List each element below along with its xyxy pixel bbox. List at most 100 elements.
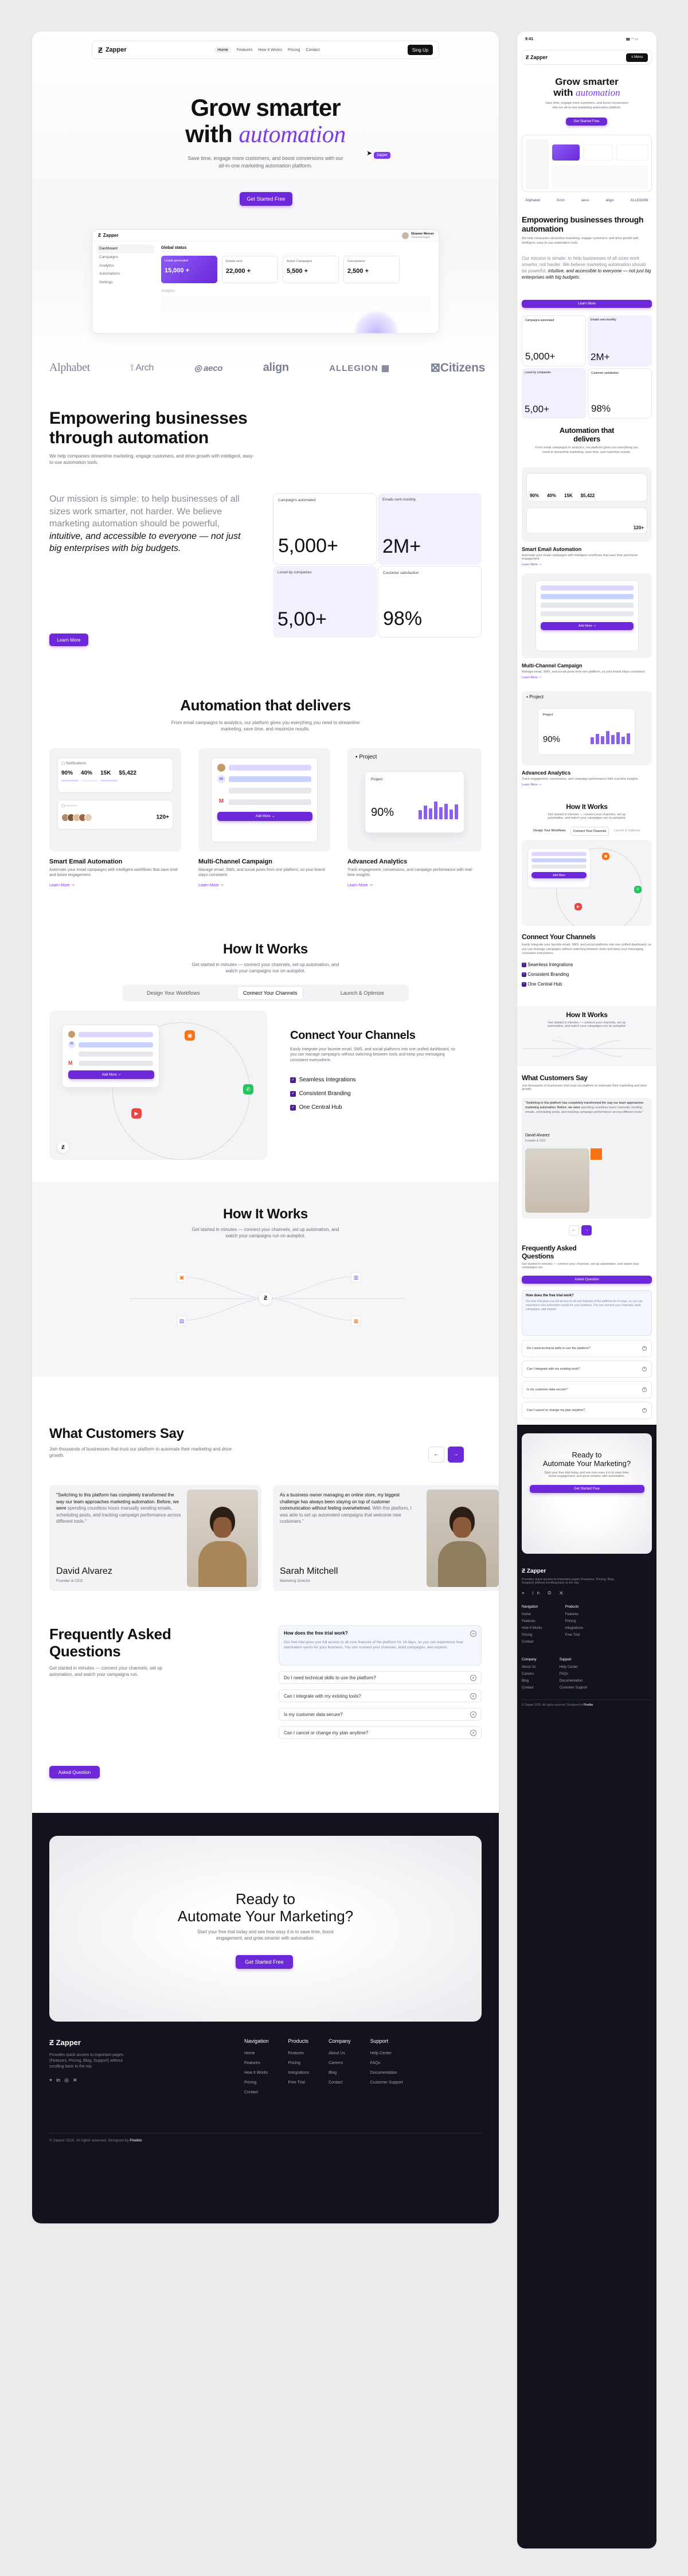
footer-link[interactable]: Features (288, 2049, 310, 2058)
tab-design-workflows[interactable]: Design Your Workflows (531, 827, 568, 836)
footer-link[interactable]: About Us (329, 2049, 351, 2058)
faq-item[interactable]: Can I integrate with my existing tools? + (522, 1361, 652, 1378)
footer-link[interactable]: How It Works (244, 2068, 269, 2078)
dashboard-menu-item[interactable]: Analytics (97, 262, 154, 271)
instagram-icon[interactable]: ◎ (64, 2077, 69, 2084)
footer-link[interactable]: Careers (329, 2058, 351, 2068)
mobile-logo[interactable]: Ƶ Zapper (526, 54, 548, 60)
add-more-button[interactable]: Add More ➝ (541, 622, 634, 630)
signup-button[interactable]: Sing Up (407, 45, 433, 55)
footer-link[interactable]: Customer Support (370, 2078, 403, 2088)
faq-item[interactable]: Is my customer data secure? + (279, 1708, 482, 1721)
messenger-icon: ✉ (68, 1041, 75, 1048)
dashboard-menu-item[interactable]: Dashboard (97, 245, 154, 253)
footer-tagline: Provides quick access to important pages… (49, 2053, 124, 2069)
tab-design-workflows[interactable]: Design Your Workflows (141, 987, 205, 999)
tab-connect-channels[interactable]: Connect Your Channels (236, 986, 304, 1000)
prev-arrow-button[interactable]: ← (428, 1447, 444, 1463)
feature-link[interactable]: Learn More ➝ (198, 883, 330, 888)
dashboard-menu-item[interactable]: Campaigns (97, 253, 154, 262)
mobile-workflow-diagram (523, 1040, 651, 1057)
project-tag: ▪ Project (355, 754, 377, 760)
mobile-cta-button[interactable]: Get Started Free (529, 1485, 644, 1493)
mobile-learn-more[interactable]: Learn More (522, 300, 652, 308)
feature-link[interactable]: Learn More ➝ (49, 883, 181, 888)
footer-link[interactable]: Contact (244, 2088, 269, 2097)
mobile-faq-open[interactable]: How does the free trial work? Our free t… (522, 1290, 652, 1336)
feature-link[interactable]: Learn More ➝ (522, 676, 652, 679)
mobile-hero-cta[interactable]: Get Started Free (566, 118, 607, 126)
faq-item[interactable]: Is my customer data secure? + (522, 1381, 652, 1398)
nav-pricing[interactable]: Pricing (288, 47, 300, 53)
mobile-connect-panel: Connect Your Channels Easily integrate y… (522, 933, 652, 987)
footer-link[interactable]: Home (244, 2049, 269, 2058)
nav-logo[interactable]: Ƶ Zapper (98, 46, 127, 54)
hero-cta-button[interactable]: Get Started Free (240, 192, 292, 206)
nav-contact[interactable]: Contact (306, 47, 319, 53)
add-more-button[interactable]: Add More (531, 872, 587, 878)
mobile-testimonial-card: "Switching to this platform has complete… (522, 1098, 652, 1218)
x-icon[interactable]: ✕ (73, 2077, 77, 2084)
analytics-bar (611, 735, 615, 744)
testimonial-photo (187, 1490, 258, 1587)
gmail-icon: M (68, 1060, 73, 1066)
mission-learn-more-button[interactable]: Learn More (49, 634, 88, 646)
status-icons: ▮▮ ◠ ▭ (626, 38, 638, 41)
cta-get-started-button[interactable]: Get Started Free (236, 1955, 293, 1969)
feature-link[interactable]: Learn More ➝ (522, 783, 652, 787)
footer-link[interactable]: Pricing (288, 2058, 310, 2068)
nav-home[interactable]: Home (214, 46, 231, 53)
footer-link[interactable]: Contact (329, 2078, 351, 2088)
footer-link[interactable]: Features (244, 2058, 269, 2068)
footer-link[interactable]: Help Center (370, 2049, 403, 2058)
faq-item[interactable]: Can I cancel or change my plan anytime? + (279, 1726, 482, 1739)
mobile-feature-multichannel-widget: Add More ➝ (522, 573, 652, 658)
add-more-button[interactable]: Add More ➝ (217, 812, 312, 821)
calendar-icon: ▥ (351, 1272, 361, 1283)
dashboard-user-email: eleanor@zapper (411, 236, 431, 239)
cta-content: Ready to Automate Your Marketing? Start … (49, 1890, 482, 1942)
location-icon[interactable]: ⌖ (49, 2077, 52, 2084)
dashboard-preview: Ƶ Zapper Eleanor Mercer eleanor@zapper Das… (92, 229, 439, 334)
faq-item[interactable]: Do I need technical skills to use the pl… (522, 1340, 652, 1357)
check-icon: ✓ (290, 1104, 296, 1111)
nav-how-it-works[interactable]: How It Works (258, 47, 282, 53)
footer-link[interactable]: Integrations (288, 2068, 310, 2078)
hero: Grow smarter with automation Save time, … (32, 95, 499, 170)
footer-brand: Ƶ Zapper Provides quick access to import… (49, 2038, 187, 2084)
analytics-bar-chart (419, 800, 458, 819)
faq-item-open[interactable]: How does the free trial work? − Our free … (279, 1625, 482, 1666)
whatsapp-icon: ✆ (634, 886, 642, 893)
footer-link[interactable]: Free Trial (288, 2078, 310, 2088)
feature-desc: Automate your email campaigns with intel… (49, 868, 178, 878)
feature-link[interactable]: Learn More ➝ (522, 563, 652, 566)
faq-item[interactable]: Can I cancel or change my plan anytime? + (522, 1402, 652, 1419)
linkedin-icon[interactable]: in (56, 2077, 60, 2084)
mobile-next-arrow[interactable]: → (581, 1225, 592, 1236)
mobile-asked-question[interactable]: Asked Question (522, 1276, 652, 1284)
dashboard-menu-item[interactable]: Automations (97, 270, 154, 279)
feature-link[interactable]: Learn More ➝ (347, 883, 479, 888)
dashboard-stat-card: Conversions 2,500 + (343, 256, 400, 283)
add-more-button[interactable]: Add More ➝ (68, 1070, 154, 1079)
footer-link[interactable]: Documentation (370, 2068, 403, 2078)
faq-item[interactable]: Do I need technical skills to use the pl… (279, 1671, 482, 1684)
footer-link[interactable]: FAQs (370, 2058, 403, 2068)
footer-link[interactable]: Blog (329, 2068, 351, 2078)
footer-link[interactable]: Pricing (244, 2078, 269, 2088)
social-icons: ⌖ in ◎ ✕ (49, 2077, 187, 2084)
dashboard-menu-item[interactable]: Settings (97, 279, 154, 287)
faq-item[interactable]: Can I integrate with my existing tools? + (279, 1690, 482, 1702)
tab-launch-optimize[interactable]: Launch & Optimize (335, 987, 390, 999)
next-arrow-button[interactable]: → (448, 1447, 464, 1463)
mobile-prev-arrow[interactable]: ← (569, 1225, 579, 1236)
gmail-icon: M (218, 798, 224, 804)
asked-question-button[interactable]: Asked Question (49, 1766, 100, 1778)
check-item: ✓ Seamless Integrations (290, 1073, 485, 1087)
avatar[interactable] (402, 232, 409, 239)
nav-features[interactable]: Features (237, 47, 253, 53)
mobile-menu-button[interactable]: ≡ Menu (626, 53, 648, 62)
tab-launch-optimize[interactable]: Launch & Optimize (611, 827, 642, 836)
brand-name: Zapper (105, 46, 127, 53)
tab-connect-channels[interactable]: Connect Your Channels (570, 827, 609, 836)
